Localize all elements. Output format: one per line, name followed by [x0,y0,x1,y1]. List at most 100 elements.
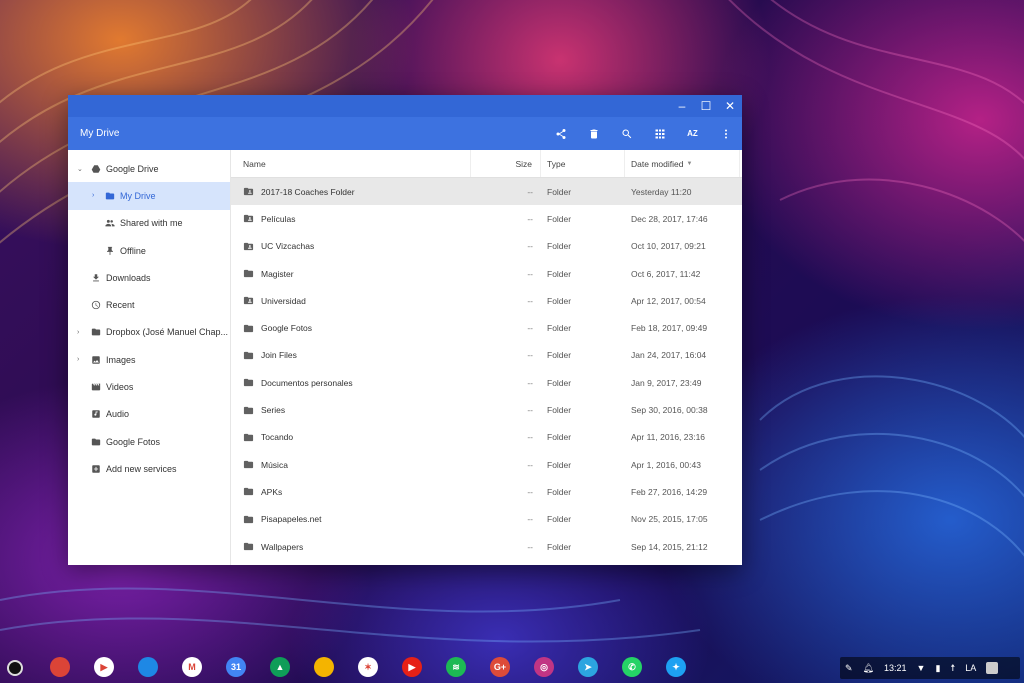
column-header-size[interactable]: Size [471,150,541,177]
file-type: Folder [547,514,572,525]
table-row[interactable]: Magister -- Folder Oct 6, 2017, 11:42 [231,260,742,287]
sort-arrow-icon: ▼ [686,160,693,167]
file-name: Series [261,405,286,416]
my-drive-icon [104,190,115,201]
launcher-button[interactable] [7,660,23,676]
sidebar-item-label: Google Drive [106,163,159,174]
table-row[interactable]: Tocando -- Folder Apr 11, 2016, 23:16 [231,424,742,451]
shared-folder-icon [243,297,254,305]
chevron-right-icon[interactable]: › [77,356,79,363]
notification-icon[interactable]: 🔔︎ [863,663,874,674]
column-header-name[interactable]: Name [231,150,471,177]
sidebar-item-downloads[interactable]: Downloads [68,264,230,291]
file-name: Tocando [261,432,294,443]
file-name: Películas [261,213,296,224]
file-date: Apr 12, 2017, 00:54 [631,295,706,306]
files-icon[interactable] [138,657,158,677]
sidebar-item-audio[interactable]: Audio [68,401,230,428]
sidebar-item-label: Recent [106,300,135,311]
table-row[interactable]: Wallpapers -- Folder Sep 14, 2015, 21:12 [231,533,742,560]
spotify-icon[interactable]: ≋ [446,657,466,677]
chevron-right-icon[interactable]: › [77,329,79,336]
row-name: Join Files [231,350,471,361]
table-row[interactable]: Pisapapeles.net -- Folder Nov 25, 2015, 17:… [231,506,742,533]
chevron-down-icon[interactable]: ⌄ [77,165,83,173]
table-row[interactable]: Series -- Folder Sep 30, 2016, 00:38 [231,396,742,423]
instagram-icon[interactable]: ◎ [534,657,554,677]
file-type: Folder [547,541,572,552]
keep-icon[interactable] [314,657,334,677]
sidebar-item-videos[interactable]: Videos [68,373,230,400]
twitter-icon[interactable]: ✦ [666,657,686,677]
sidebar-item-google-fotos[interactable]: Google Fotos [68,428,230,455]
table-row[interactable]: Universidad -- Folder Apr 12, 2017, 00:54 [231,287,742,314]
table-row[interactable]: UC Vizcachas -- Folder Oct 10, 2017, 09:21 [231,233,742,260]
share-button[interactable] [544,117,577,150]
gmail-icon[interactable]: M [182,657,202,677]
accessibility-icon: ☨ [950,662,956,673]
file-date: Apr 1, 2016, 00:43 [631,459,701,470]
calendar-icon[interactable]: 31 [226,657,246,677]
sidebar-item-label: My Drive [120,190,156,201]
battery-icon: ▮ [935,662,941,673]
google-drive-icon [90,163,101,174]
row-name: Tocando [231,432,471,443]
file-name: Música [261,459,288,470]
pen-icon[interactable]: ✎ [845,663,853,674]
status-tray[interactable]: ✎ 🔔︎ 13:21 ▼ ▮ ☨ LA [840,657,1020,679]
table-row[interactable]: Google Fotos -- Folder Feb 18, 2017, 09:49 [231,314,742,341]
table-row[interactable]: APKs -- Folder Feb 27, 2016, 14:29 [231,478,742,505]
sort-button[interactable]: AZ [676,117,709,150]
play-store-icon[interactable]: ▶ [94,657,114,677]
sidebar-item-label: Offline [120,245,146,256]
photos-icon[interactable]: ✶ [358,657,378,677]
folder-icon [243,542,254,551]
table-row[interactable]: Música -- Folder Apr 1, 2016, 00:43 [231,451,742,478]
add-icon [90,463,101,474]
table-row[interactable]: Documentos personales -- Folder Jan 9, 2017… [231,369,742,396]
search-button[interactable] [610,117,643,150]
table-row[interactable]: 2017-18 Coaches Folder -- Folder Yesterday … [231,178,742,206]
table-row[interactable]: Join Files -- Folder Jan 24, 2017, 16:04 [231,342,742,369]
row-name: Documentos personales [231,377,471,388]
column-header-date-modified[interactable]: Date modified ▼ [625,150,740,177]
google-plus-icon[interactable]: G+ [490,657,510,677]
sidebar-item-google-drive[interactable]: ⌄ Google Drive [68,155,230,182]
grid-icon [655,129,664,138]
more-options-button[interactable] [709,117,742,150]
youtube-icon[interactable]: ▶ [402,657,422,677]
whatsapp-icon[interactable]: ✆ [622,657,642,677]
file-size: -- [527,350,533,361]
table-row[interactable]: Películas -- Folder Dec 28, 2017, 17:46 [231,205,742,232]
breadcrumb[interactable]: My Drive [68,128,544,139]
file-type: Folder [547,295,572,306]
telegram-icon[interactable]: ➤ [578,657,598,677]
minimize-button[interactable]: – [670,95,694,117]
table-header: Name Size Type Date modified ▼ [231,150,742,178]
sidebar-item-shared-with-me[interactable]: Shared with me [68,210,230,237]
maximize-button[interactable]: ☐ [694,95,718,117]
sidebar-item-images[interactable]: › Images [68,346,230,373]
sidebar-item-add-new-services[interactable]: Add new services [68,455,230,482]
file-list: Name Size Type Date modified ▼ 2017-18 C… [231,150,742,565]
file-name: Universidad [261,295,306,306]
sidebar-item-offline[interactable]: Offline [68,237,230,264]
sidebar-item-dropbox[interactable]: › Dropbox (José Manuel Chap... [68,319,230,346]
sidebar-item-label: Dropbox (José Manuel Chap... [106,327,229,338]
chevron-right-icon[interactable]: › [92,192,94,199]
file-type: Folder [547,432,572,443]
sidebar-item-my-drive[interactable]: › My Drive [68,182,230,210]
files-app-window: – ☐ ✕ My Drive AZ ⌄ Google Drive › My Dr… [68,95,742,565]
row-name: Música [231,459,471,470]
row-name: Pisapapeles.net [231,514,471,525]
column-header-type[interactable]: Type [541,150,625,177]
locale-indicator: LA [965,663,977,673]
chrome-icon[interactable] [50,657,70,677]
close-button[interactable]: ✕ [718,95,742,117]
clock-icon [90,300,101,311]
sidebar-item-recent[interactable]: Recent [68,291,230,318]
drive-icon[interactable]: ▲ [270,657,290,677]
grid-view-button[interactable] [643,117,676,150]
file-size: -- [527,241,533,252]
delete-button[interactable] [577,117,610,150]
